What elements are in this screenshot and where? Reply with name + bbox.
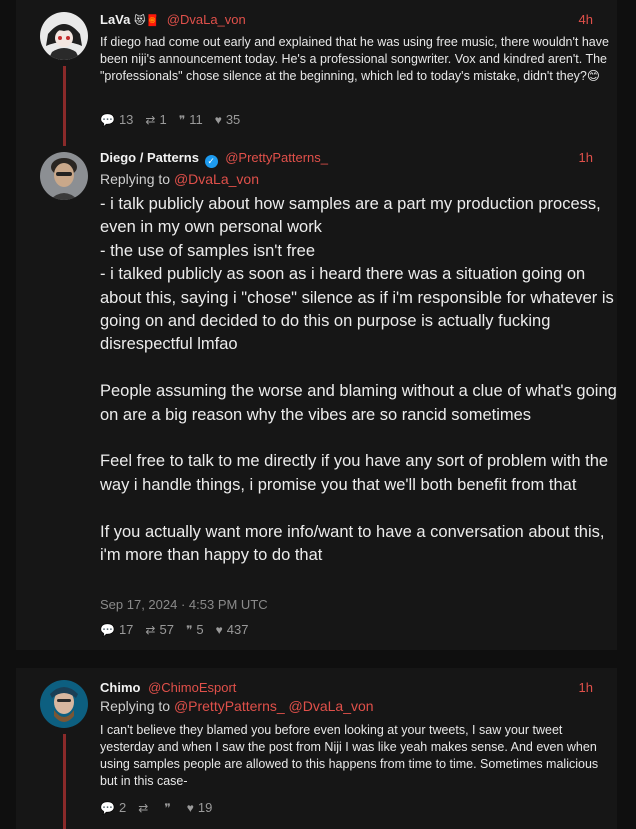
post-diego[interactable]: Diego / Patterns ✓ @PrettyPatterns_ 1h R… [16,146,617,650]
heart-icon: ♥ [186,800,194,815]
name-emojis: 😻🧧 [133,15,160,27]
repost-stat[interactable]: ⇄ [138,800,152,815]
quote-icon: ❞ [178,112,186,127]
comment-icon: 💬 [100,112,115,127]
comment-icon: 💬 [100,800,115,815]
timestamp[interactable]: 1h [579,680,593,695]
user-handle[interactable]: @ChimoEsport [148,680,236,695]
avatar[interactable] [40,152,88,200]
like-stat[interactable]: ♥ 35 [215,112,241,127]
post-lava[interactable]: LaVa 😻🧧 @DvaLa_von 4h If diego had come … [16,0,617,146]
post-stats: 💬 17 ⇄ 57 ❞ 5 ♥ 437 [100,622,248,637]
like-stat[interactable]: ♥ 19 [187,800,213,815]
text-line: Feel free to talk to me directly if you … [100,452,609,494]
post-text: If diego had come out early and explaine… [100,35,609,83]
quote-stat[interactable]: ❞ [164,800,174,815]
thread-line [63,66,66,146]
reply-handle[interactable]: @DvaLa_von [174,171,259,187]
display-name[interactable]: Chimo [100,680,140,695]
post-stats: 💬 13 ⇄ 1 ❞ 11 ♥ 35 [100,112,240,127]
repost-stat[interactable]: ⇄ 57 [145,622,174,637]
repost-icon: ⇄ [145,622,156,637]
repost-stat[interactable]: ⇄ 1 [145,112,166,127]
timestamp[interactable]: 1h [579,150,593,165]
verified-badge-icon: ✓ [204,155,218,168]
post-text: I can't believe they blamed you before e… [100,723,599,788]
quote-icon: ❞ [185,622,193,637]
quote-icon: ❞ [164,800,171,815]
display-name[interactable]: Diego / Patterns [100,150,199,165]
like-stat[interactable]: ♥ 437 [216,622,249,637]
repost-icon: ⇄ [138,800,149,815]
post-text: - i talk publicly about how samples are … [100,193,620,567]
avatar[interactable] [40,680,88,728]
reply-stat[interactable]: 💬 17 [100,622,133,637]
quote-stat[interactable]: ❞ 5 [186,622,204,637]
post-stats: 💬 2 ⇄ ❞ ♥ 19 [100,800,212,815]
replying-to: Replying to @PrettyPatterns_ @DvaLa_von [100,698,374,714]
post-chimo[interactable]: Chimo @ChimoEsport 1h Replying to @Prett… [16,668,617,829]
text-line: People assuming the worse and blaming wi… [100,382,617,424]
post-header: Chimo @ChimoEsport 1h [100,680,605,695]
comment-icon: 💬 [100,622,115,637]
avatar[interactable] [40,12,88,60]
reply-handle[interactable]: @DvaLa_von [289,698,374,714]
text-line: - the use of samples isn't free [100,241,315,260]
quote-stat[interactable]: ❞ 11 [179,112,203,127]
text-line: If you actually want more info/want to h… [100,522,605,565]
text-line: - i talk publicly about how samples are … [100,195,601,237]
thread-line [63,734,66,829]
timestamp[interactable]: 4h [579,12,593,27]
reply-stat[interactable]: 💬 2 [100,800,126,815]
reply-handle[interactable]: @PrettyPatterns_ [174,698,285,714]
post-header: Diego / Patterns ✓ @PrettyPatterns_ 1h [100,150,605,168]
user-handle[interactable]: @DvaLa_von [167,12,246,27]
post-date[interactable]: Sep 17, 2024 · 4:53 PM UTC [100,597,268,612]
reply-stat[interactable]: 💬 13 [100,112,133,127]
post-header: LaVa 😻🧧 @DvaLa_von 4h [100,12,605,27]
repost-icon: ⇄ [145,112,156,127]
heart-icon: ♥ [214,112,222,127]
heart-icon: ♥ [215,622,223,637]
display-name[interactable]: LaVa [100,12,130,27]
user-handle[interactable]: @PrettyPatterns_ [225,150,328,165]
replying-to: Replying to @DvaLa_von [100,171,259,187]
text-line: - i talked publicly as soon as i heard t… [100,265,614,354]
